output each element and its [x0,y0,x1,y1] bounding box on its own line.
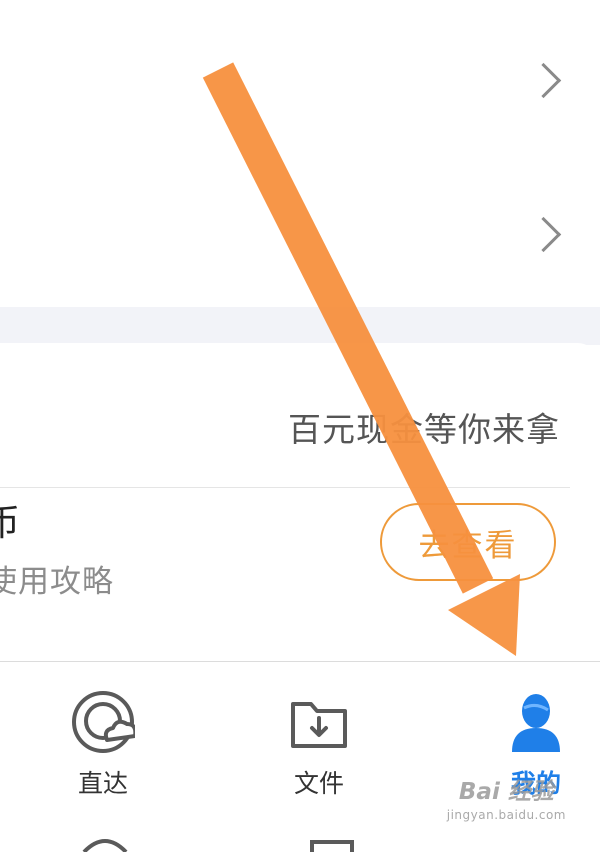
tab-label: 文件 [293,769,344,798]
user-icon [512,694,560,752]
partial-square-icon [310,840,354,852]
watermark-url: jingyan.baidu.com [446,808,566,822]
coin-card-title: 币 [0,503,21,544]
tab-files[interactable]: 文件 [259,690,379,800]
partial-circle-icon [82,839,128,852]
tab-label: 直达 [77,769,128,798]
watermark: Bai 经验 jingyan.baidu.com [447,772,566,822]
direct-icon [72,691,138,753]
promo-text: 百元现金等你来拿 [288,410,560,449]
tabbar-divider [0,661,600,662]
watermark-logo: Bai 经验 [458,779,554,805]
section-separator [0,307,600,345]
folder-download-icon [291,702,347,748]
list-row-1[interactable] [0,20,600,140]
tab-direct[interactable]: 直达 [43,690,163,800]
view-button[interactable]: 去查看 [380,503,556,581]
divider [0,487,570,488]
chevron-right-icon [525,216,562,253]
coin-card-subtitle: 使用攻略 [0,564,114,600]
list-row-2[interactable] [0,170,600,290]
chevron-right-icon [525,62,562,99]
